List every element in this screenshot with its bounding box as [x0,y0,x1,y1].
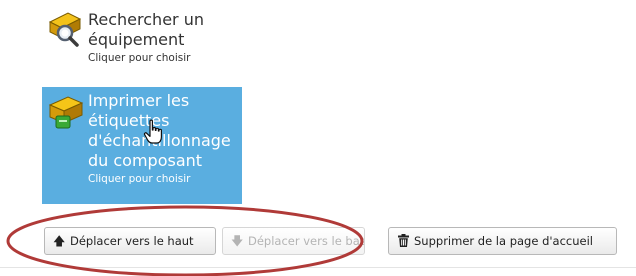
print-labels-icon [46,93,86,133]
remove-from-home-button[interactable]: Supprimer de la page d'accueil [388,227,617,255]
arrow-up-icon: 🡅 [53,234,66,248]
search-equipment-icon [46,8,82,48]
hand-pointer-cursor [143,119,165,145]
move-up-label: Déplacer vers le haut [70,234,194,248]
move-down-button[interactable]: 🡇 Déplacer vers le bas [222,227,365,255]
trash-icon [397,228,409,254]
arrow-down-icon: 🡇 [231,234,244,248]
remove-from-home-label: Supprimer de la page d'accueil [414,234,593,248]
tile-print-subtitle: Cliquer pour choisir [88,173,191,185]
tile-print-labels[interactable]: Imprimer les étiquettes d'échantillonnag… [42,87,242,204]
tile-search-subtitle: Cliquer pour choisir [88,52,191,64]
tile-search-title: Rechercher un équipement [88,10,204,49]
move-up-button[interactable]: 🡅 Déplacer vers le haut [44,227,216,255]
divider [0,267,636,268]
move-down-label: Déplacer vers le bas [248,234,365,248]
